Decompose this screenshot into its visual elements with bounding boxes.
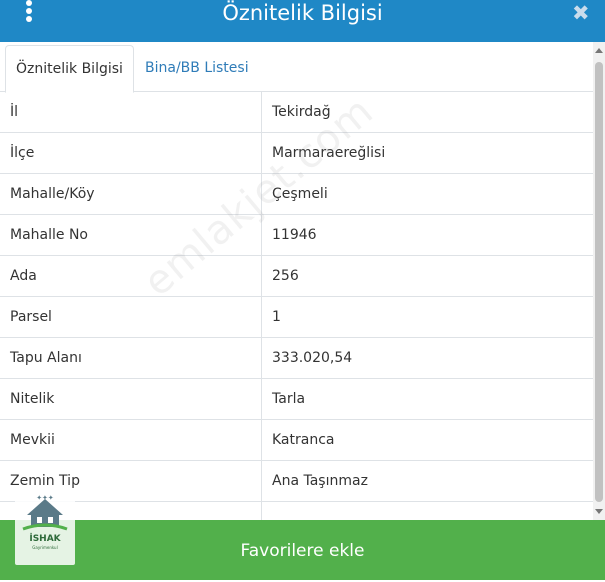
row-key: Ada xyxy=(0,255,262,297)
tab-bar: Öznitelik Bilgisi Bina/BB Listesi xyxy=(0,42,605,93)
row-value: Tarla xyxy=(261,378,593,420)
table-row: Mahalle No 11946 xyxy=(0,214,593,256)
row-value: 11946 xyxy=(261,214,593,256)
table-row: Mevkii Katranca xyxy=(0,419,593,461)
scrollbar-thumb[interactable] xyxy=(595,62,603,502)
vertical-scrollbar[interactable] xyxy=(593,42,605,520)
logo-tagline: Gayrimenkul xyxy=(32,545,58,550)
favorites-bar[interactable]: Favorilere ekle xyxy=(0,520,605,580)
row-key: Tapu Alanı xyxy=(0,337,262,379)
title-bar: Öznitelik Bilgisi ✖ xyxy=(0,0,605,42)
close-icon[interactable]: ✖ xyxy=(572,3,590,24)
row-value: 256 xyxy=(261,255,593,297)
row-key: İl xyxy=(0,92,262,133)
table-row: İlçe Marmaraereğlisi xyxy=(0,132,593,174)
logo-name: İSHAK xyxy=(29,534,61,544)
row-value: Katranca xyxy=(261,419,593,461)
table-row: Ada 256 xyxy=(0,255,593,297)
row-key: Parsel xyxy=(0,296,262,338)
scroll-up-arrow-icon[interactable] xyxy=(595,48,603,53)
attribute-table: İl Tekirdağ İlçe Marmaraereğlisi Mahalle/K… xyxy=(0,92,593,543)
row-value: Ana Taşınmaz xyxy=(261,460,593,502)
svg-text:✦✦✦: ✦✦✦ xyxy=(36,494,54,502)
table-row: Zemin Tip Ana Taşınmaz xyxy=(0,460,593,502)
tab-building-list[interactable]: Bina/BB Listesi xyxy=(135,45,259,93)
scroll-down-arrow-icon[interactable] xyxy=(595,509,603,514)
table-row: Nitelik Tarla xyxy=(0,378,593,420)
row-key: Mahalle/Köy xyxy=(0,173,262,215)
row-key: Mahalle No xyxy=(0,214,262,256)
row-key: Mevkii xyxy=(0,419,262,461)
agency-logo: ✦✦✦ İSHAK Gayrimenkul xyxy=(15,491,75,565)
house-logo-icon: ✦✦✦ xyxy=(22,494,68,531)
table-row: Parsel 1 xyxy=(0,296,593,338)
table-row: Tapu Alanı 333.020,54 xyxy=(0,337,593,379)
dialog-title: Öznitelik Bilgisi xyxy=(222,1,383,25)
row-value: 1 xyxy=(261,296,593,338)
row-value: Marmaraereğlisi xyxy=(261,132,593,174)
table-row: Mahalle/Köy Çeşmeli xyxy=(0,173,593,215)
row-value: Çeşmeli xyxy=(261,173,593,215)
add-to-favorites-button[interactable]: Favorilere ekle xyxy=(0,520,605,580)
table-row: İl Tekirdağ xyxy=(0,92,593,133)
row-value: Tekirdağ xyxy=(261,92,593,133)
tab-attribute-info[interactable]: Öznitelik Bilgisi xyxy=(5,45,134,93)
row-key: Nitelik xyxy=(0,378,262,420)
row-key: İlçe xyxy=(0,132,262,174)
row-value: 333.020,54 xyxy=(261,337,593,379)
